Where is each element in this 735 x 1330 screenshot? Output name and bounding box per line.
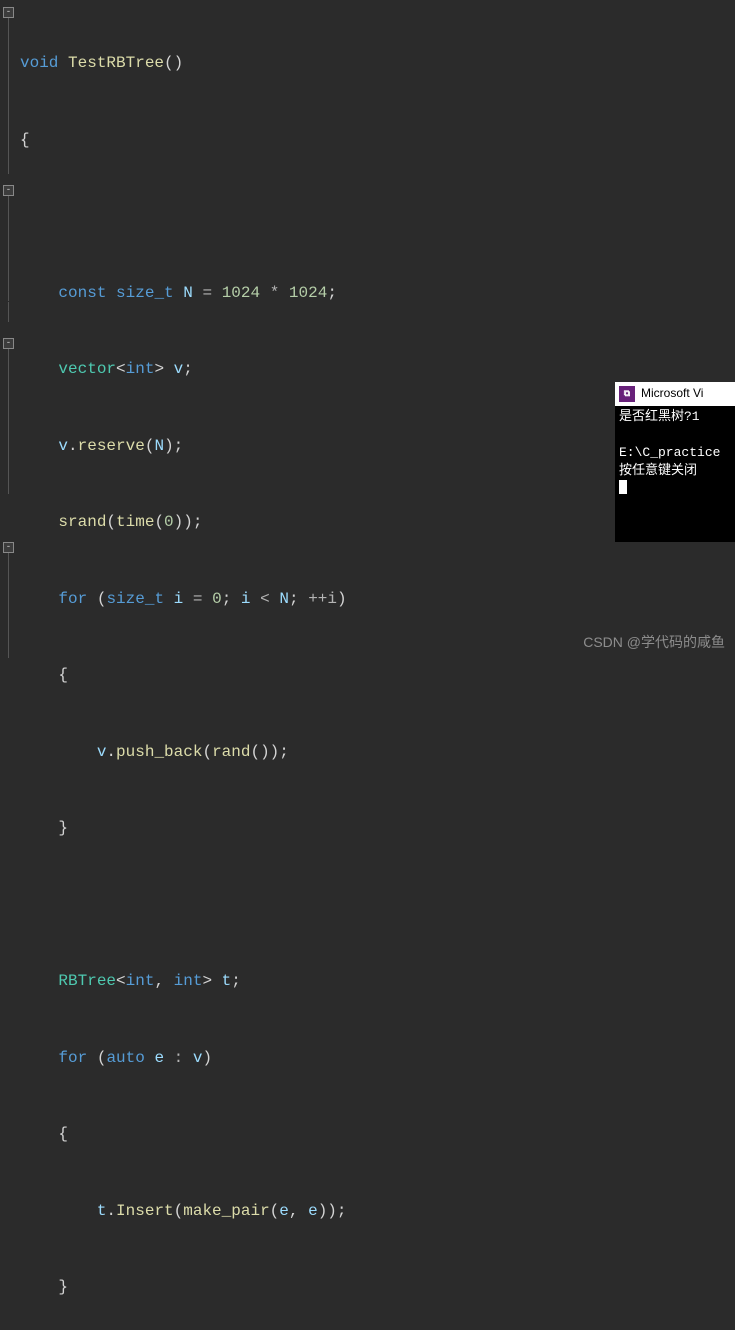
fold-icon[interactable]: - (3, 185, 14, 196)
code-content[interactable]: void TestRBTree() { const size_t N = 102… (20, 0, 532, 1330)
fold-icon[interactable]: - (3, 542, 14, 553)
cursor-icon (619, 480, 627, 494)
gutter: - - - - (0, 0, 18, 665)
console-titlebar[interactable]: ⧉ Microsoft Vi (615, 382, 735, 406)
console-title-text: Microsoft Vi (641, 382, 703, 407)
code-editor[interactable]: - - - - void TestRBTree() { const size_t… (0, 0, 615, 665)
fold-icon[interactable]: - (3, 7, 14, 18)
console-window[interactable]: ⧉ Microsoft Vi 是否红黑树?1 E:\C_practice 按任意… (615, 382, 735, 542)
fold-icon[interactable]: - (3, 338, 14, 349)
console-output: 是否红黑树?1 E:\C_practice 按任意键关闭 (615, 406, 735, 502)
vs-icon: ⧉ (619, 386, 635, 402)
watermark: CSDN @学代码的咸鱼 (583, 630, 725, 656)
